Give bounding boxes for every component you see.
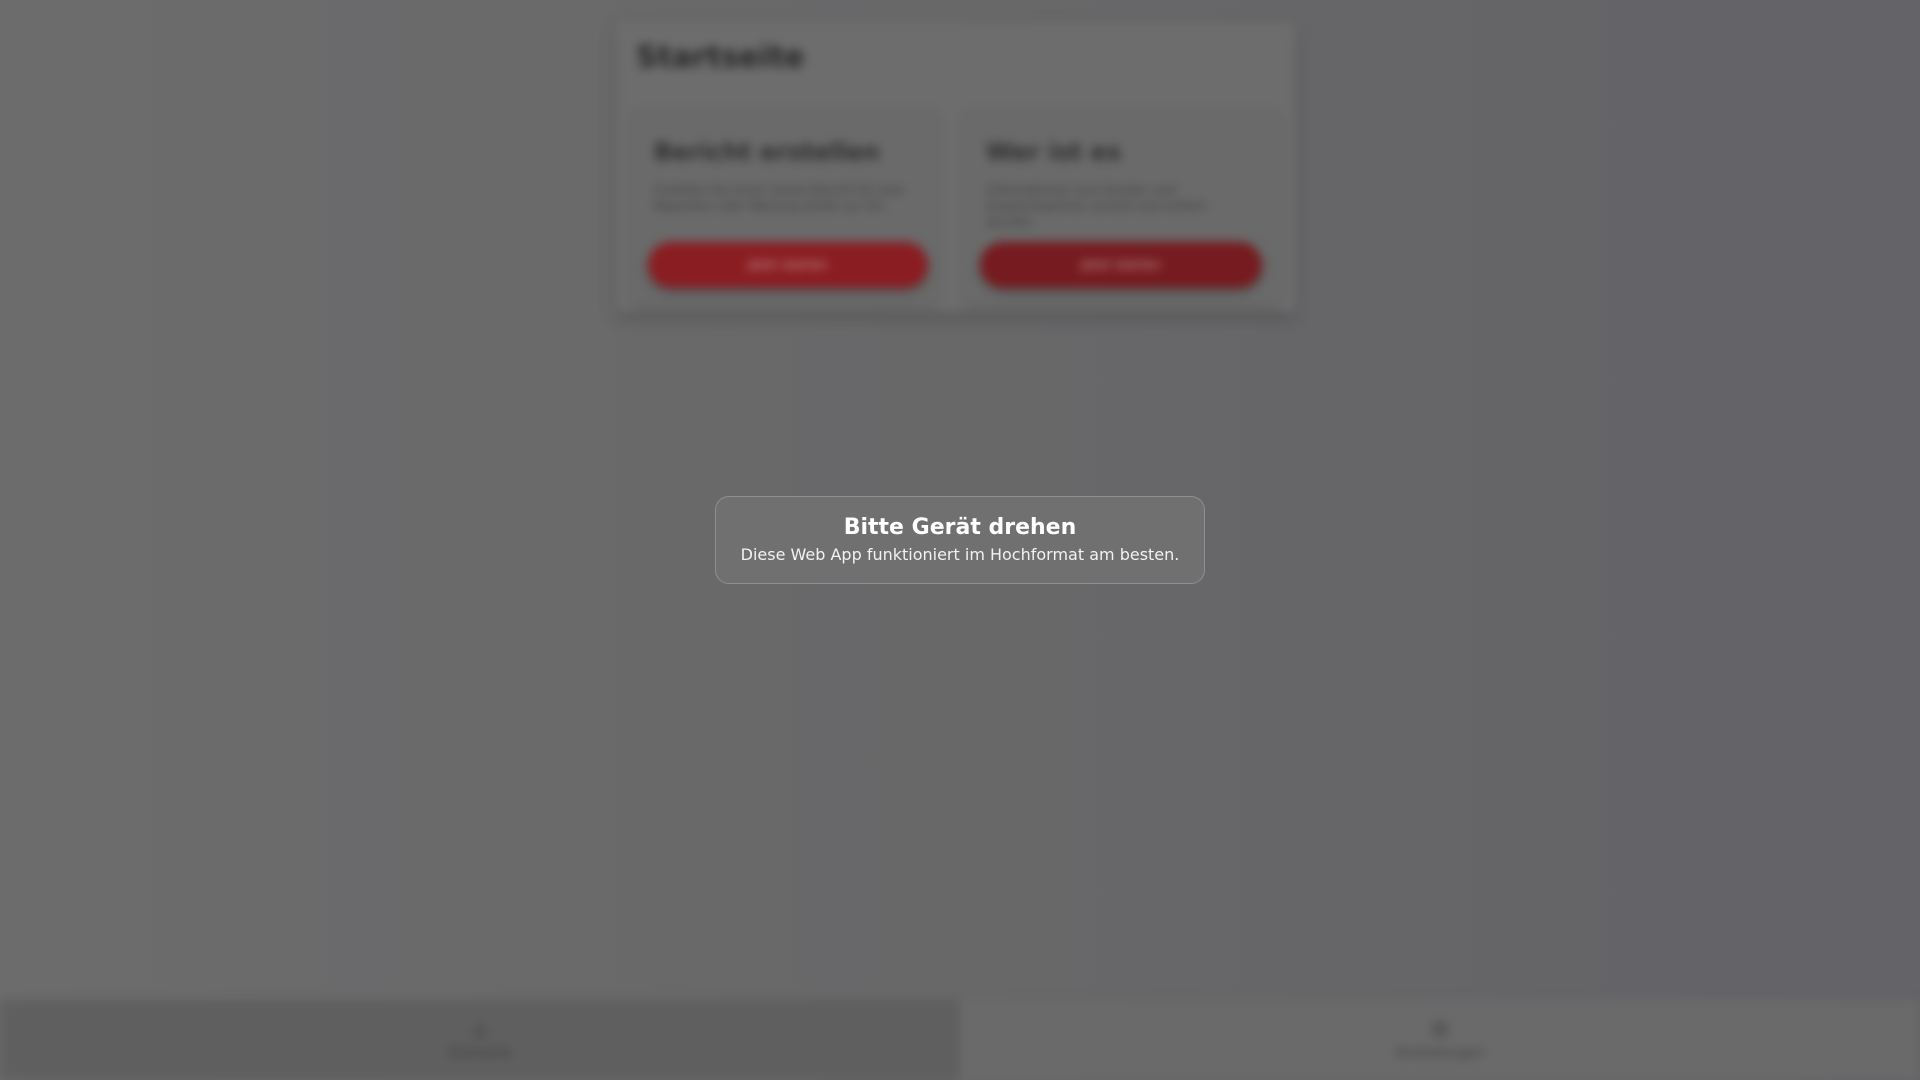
card-description: Erstellen Sie einen neuen Bericht für ei… [654,183,904,213]
page-title: Startseite [636,40,805,75]
home-icon: ⌂ [473,1017,487,1043]
card-description: Informationen zum Kunden und Ansprechpar… [986,183,1207,229]
card-title: Wer ist es [986,138,1121,166]
who-card: Wer ist es Informationen zum Kunden und … [964,108,1280,304]
overlay-message: Diese Web App funktioniert im Hochformat… [740,545,1180,564]
nav-item-settings[interactable]: ⚙ Einstellungen [960,1000,1920,1080]
start-panel: Startseite Bericht erstellen Erstellen S… [616,22,1296,312]
nav-item-label: Einstellungen [1395,1045,1485,1061]
app-viewport: Startseite Bericht erstellen Erstellen S… [0,0,1920,1080]
card-title: Bericht erstellen [654,138,880,166]
start-who-button[interactable]: Jetzt starten [980,242,1262,288]
overlay-title: Bitte Gerät drehen [843,515,1077,540]
gear-icon: ⚙ [1430,1017,1450,1043]
report-card: Bericht erstellen Erstellen Sie einen ne… [632,108,938,304]
nav-item-label: Startseite [448,1045,512,1061]
nav-item-home[interactable]: ⌂ Startseite [0,1000,960,1080]
bottom-navigation: ⌂ Startseite ⚙ Einstellungen [0,1000,1920,1080]
rotate-device-overlay: Bitte Gerät drehen Diese Web App funktio… [715,496,1205,584]
start-report-button[interactable]: Jetzt starten [648,242,928,288]
